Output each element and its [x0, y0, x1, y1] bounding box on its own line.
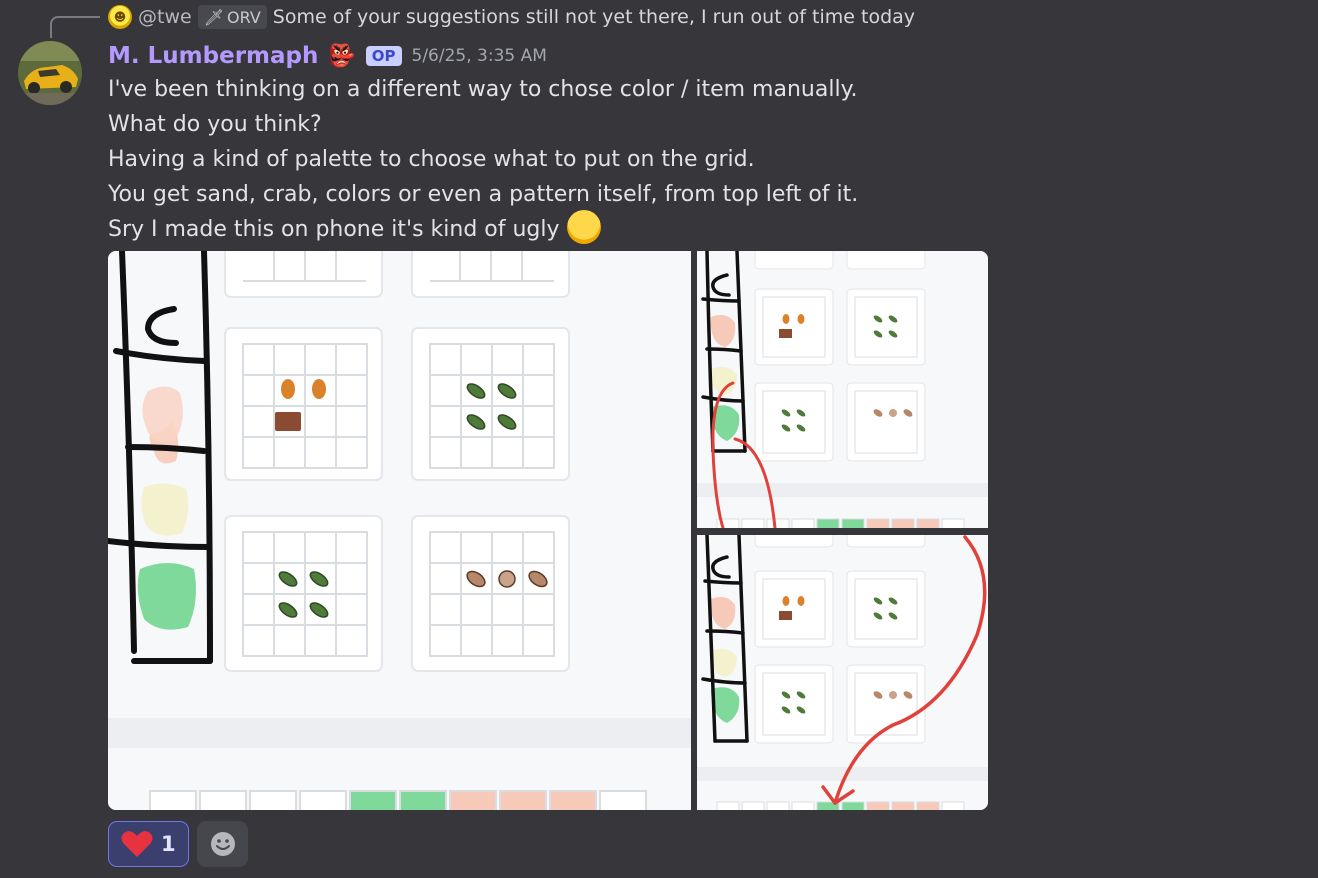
message-line: Having a kind of palette to choose what …: [108, 147, 755, 172]
reply-preview[interactable]: ☻ @twe 🗡 ORV Some of your suggestions st…: [108, 4, 915, 30]
message-content: I've been thinking on a different way to…: [108, 72, 858, 247]
image-attachment-3[interactable]: [697, 535, 988, 810]
author-name[interactable]: M. Lumbermaph: [108, 43, 318, 69]
reply-connector: [50, 16, 100, 38]
message-line: What do you think?: [108, 112, 322, 137]
message-line: You get sand, crab, colors or even a pat…: [108, 182, 859, 207]
add-reaction-smiley-icon: [210, 832, 235, 856]
message-line-text: Sry I made this on phone it's kind of ug…: [108, 217, 560, 242]
image-attachment-2[interactable]: [697, 251, 988, 528]
reply-text[interactable]: Some of your suggestions still not yet t…: [273, 6, 915, 28]
sword-icon: 🗡: [203, 7, 224, 27]
reaction-count: 1: [161, 832, 176, 856]
server-tag: 🗡 ORV: [197, 5, 267, 29]
reply-avatar: ☻: [108, 5, 132, 29]
add-reaction-button[interactable]: [197, 821, 248, 867]
message-header: M. Lumbermaph 👺 OP 5/6/25, 3:35 AM: [108, 39, 547, 73]
reaction-heart[interactable]: 1: [108, 821, 189, 867]
reactions-bar: 1: [108, 821, 248, 867]
sweat-smile-emoji-icon: [566, 210, 601, 244]
message-line: I've been thinking on a different way to…: [108, 77, 858, 102]
op-badge: OP: [365, 46, 402, 66]
heart-icon: [121, 831, 153, 857]
timestamp[interactable]: 5/6/25, 3:35 AM: [412, 46, 547, 66]
avatar[interactable]: [18, 41, 82, 105]
image-attachment-1[interactable]: [108, 251, 691, 810]
reply-username[interactable]: @twe: [138, 6, 192, 28]
car-avatar-icon: [18, 41, 82, 105]
message-line: Sry I made this on phone it's kind of ug…: [108, 210, 858, 247]
goblin-role-icon[interactable]: 👺: [328, 44, 355, 69]
server-tag-label: ORV: [227, 7, 261, 27]
